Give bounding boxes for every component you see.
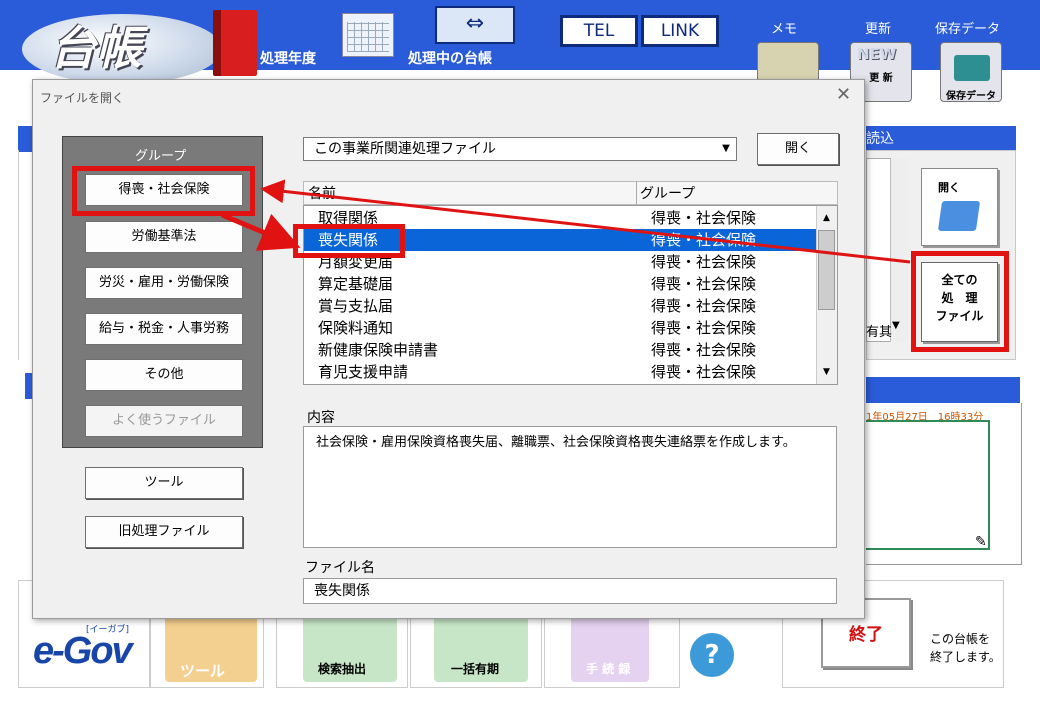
save-icon-text: 保存データ xyxy=(946,91,996,102)
exit-description: この台帳を 終了します。 xyxy=(930,630,1001,666)
group-button-labor-insurance[interactable]: 労災・雇用・労働保険 xyxy=(85,267,243,299)
list-item[interactable]: 賞与支払届 得喪・社会保険 xyxy=(304,295,816,317)
close-icon[interactable]: ✕ xyxy=(836,84,851,105)
file-name: 新健康保険申請書 xyxy=(318,341,439,359)
file-name: 育児支援申請 xyxy=(318,363,409,381)
memo-label: メモ xyxy=(771,22,798,37)
old-files-button[interactable]: 旧処理ファイル xyxy=(85,516,243,548)
list-item[interactable]: 育児支援申請 得喪・社会保険 xyxy=(304,361,816,383)
scroll-up-icon[interactable]: ▲ xyxy=(816,208,837,228)
switch-ledger-button[interactable]: ⇔ xyxy=(435,6,515,44)
annotation-highlight-group xyxy=(72,166,255,216)
open-folder-label: 開く xyxy=(938,181,960,194)
left-panel-header xyxy=(18,126,32,152)
file-list-header xyxy=(303,181,838,205)
tools-button[interactable]: ツール xyxy=(85,467,243,499)
file-group: 得喪・社会保険 xyxy=(651,363,757,381)
exit-desc-line2: 終了します。 xyxy=(930,650,1001,664)
annotation-highlight-row xyxy=(293,224,405,258)
chevron-down-icon[interactable]: ▼ xyxy=(717,139,735,159)
list-item[interactable]: 算定基礎届 得喪・社会保険 xyxy=(304,273,816,295)
group-button-other[interactable]: その他 xyxy=(85,359,243,391)
briefcase-icon[interactable]: 保存データ xyxy=(940,42,1002,102)
list-item[interactable]: 新健康保険申請書 得喪・社会保険 xyxy=(304,339,816,361)
group-button-favorites: よく使うファイル xyxy=(85,405,243,437)
scroll-thumb[interactable] xyxy=(818,230,835,310)
file-group: 得喪・社会保険 xyxy=(651,253,757,271)
file-group: 得喪・社会保険 xyxy=(651,209,757,227)
app-logo: 台帳 xyxy=(50,21,142,75)
background-dropdown[interactable]: 有其 xyxy=(866,321,892,340)
search-tile-label: 検索抽出 xyxy=(318,662,367,676)
file-name: 算定基礎届 xyxy=(318,275,394,293)
column-separator[interactable] xyxy=(636,181,637,205)
file-name: 保険料通知 xyxy=(318,319,394,337)
group-button-labor-standards[interactable]: 労働基準法 xyxy=(85,221,243,253)
description-box: 社会保険・雇用保険資格喪失届、離職票、社会保険資格喪失連絡票を作成します。 xyxy=(303,426,837,548)
chevron-down-icon[interactable]: ▼ xyxy=(892,320,900,331)
eraser-icon[interactable]: ✎ xyxy=(975,534,987,550)
help-icon[interactable]: ? xyxy=(690,633,734,677)
tel-button[interactable]: TEL xyxy=(560,15,638,47)
egov-logo: e-Gov xyxy=(33,630,133,672)
file-scope-select[interactable]: この事業所関連処理ファイル xyxy=(303,137,737,161)
group-panel-title: グループ xyxy=(135,149,187,164)
file-group: 得喪・社会保険 xyxy=(651,231,757,249)
briefcase-shape xyxy=(954,55,990,81)
file-group: 得喪・社会保険 xyxy=(651,341,757,359)
left-panel-frame xyxy=(18,150,32,360)
calendar-icon[interactable] xyxy=(342,13,394,57)
file-group: 得喪・社会保険 xyxy=(651,297,757,315)
filename-field[interactable]: 喪失関係 xyxy=(303,578,837,604)
file-group: 得喪・社会保険 xyxy=(651,319,757,337)
group-button-payroll[interactable]: 給与・税金・人事労務 xyxy=(85,313,243,345)
description-label: 内容 xyxy=(307,410,335,426)
file-group: 得喪・社会保険 xyxy=(651,275,757,293)
column-header-name[interactable]: 名前 xyxy=(308,183,336,203)
fiscal-year-label: 処理年度 xyxy=(260,51,316,67)
note-area[interactable] xyxy=(866,420,990,550)
column-header-group[interactable]: グループ xyxy=(640,183,695,203)
tool-tile-label: ツール xyxy=(180,662,226,680)
background-scrollbar[interactable] xyxy=(890,158,908,342)
filename-label: ファイル名 xyxy=(305,560,375,576)
ledger-book-icon[interactable] xyxy=(213,10,257,76)
open-folder-button[interactable]: 開く xyxy=(921,168,998,246)
saved-data-label: 保存データ xyxy=(935,22,1001,37)
right-panel-title: 読込 xyxy=(866,131,894,147)
bulk-tile-label: 一括有期 xyxy=(451,662,500,676)
dialog-title: ファイルを開く xyxy=(40,91,125,105)
annotation-highlight-all-files xyxy=(911,251,1009,352)
exit-desc-line1: この台帳を xyxy=(930,632,991,646)
open-button[interactable]: 開く xyxy=(757,133,839,165)
update-label: 更新 xyxy=(865,22,892,37)
scroll-down-icon[interactable]: ▼ xyxy=(816,362,837,382)
folder-icon xyxy=(937,201,981,231)
egov-reading: [イーガブ] xyxy=(86,625,130,635)
update-icon-text: 更 新 xyxy=(869,73,893,84)
procedure-tile-label: 手 続 録 xyxy=(586,662,631,676)
right-panel-header-2 xyxy=(866,377,1020,403)
file-name: 賞与支払届 xyxy=(318,297,394,315)
link-button[interactable]: LINK xyxy=(641,15,719,47)
current-ledger-label: 処理中の台帳 xyxy=(408,51,492,67)
list-item[interactable]: 保険料通知 得喪・社会保険 xyxy=(304,317,816,339)
new-badge: NEW xyxy=(857,45,897,63)
